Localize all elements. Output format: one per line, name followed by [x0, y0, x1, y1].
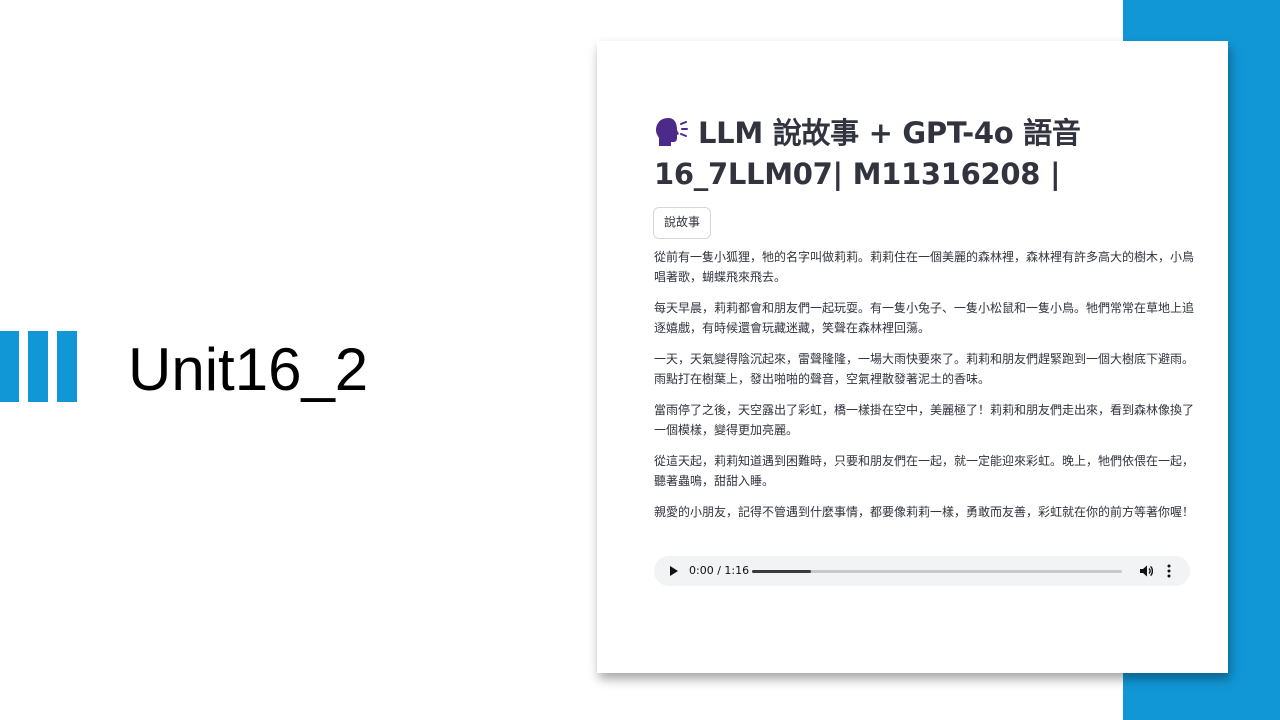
- decor-bar-3: [57, 331, 77, 402]
- tell-story-button[interactable]: 說故事: [653, 207, 712, 239]
- audio-progress-fill: [752, 570, 812, 573]
- app-title: LLM 說故事 + GPT-4o 語音 16_7LLM07| M11316208…: [654, 113, 1214, 195]
- audio-progress-bar[interactable]: [752, 570, 1122, 573]
- story-paragraph: 每天早晨，莉莉都會和朋友們一起玩耍。有一隻小兔子、一隻小松鼠和一隻小鳥。牠們常常…: [654, 301, 1195, 335]
- decor-bar-1: [0, 331, 19, 402]
- story-paragraph: 一天，天氣變得陰沉起來，雷聲隆隆，一場大雨快要來了。莉莉和朋友們趕緊跑到一個大樹…: [654, 352, 1195, 386]
- app-screenshot-card: LLM 說故事 + GPT-4o 語音 16_7LLM07| M11316208…: [597, 41, 1228, 673]
- audio-time: 0:00 / 1:16: [689, 564, 750, 577]
- story-text: 從前有一隻小狐狸，牠的名字叫做莉莉。莉莉住在一個美麗的森林裡，森林裡有許多高大的…: [654, 248, 1194, 535]
- app-title-line2: 16_7LLM07| M11316208 |: [654, 157, 1061, 191]
- volume-icon[interactable]: [1139, 564, 1153, 578]
- more-options-icon[interactable]: [1166, 564, 1172, 578]
- speaking-head-icon: [656, 118, 688, 146]
- story-paragraph: 從前有一隻小狐狸，牠的名字叫做莉莉。莉莉住在一個美麗的森林裡，森林裡有許多高大的…: [654, 250, 1195, 284]
- play-icon[interactable]: [670, 566, 678, 576]
- app-title-line1: LLM 說故事 + GPT-4o 語音: [698, 116, 1081, 150]
- story-paragraph: 當雨停了之後，天空露出了彩虹，橋一樣掛在空中，美麗極了！莉莉和朋友們走出來，看到…: [654, 403, 1195, 437]
- audio-player: 0:00 / 1:16: [654, 556, 1190, 586]
- story-paragraph: 親愛的小朋友，記得不管遇到什麼事情，都要像莉莉一樣，勇敢而友善，彩虹就在你的前方…: [654, 505, 1195, 519]
- decor-bar-2: [28, 331, 48, 402]
- slide-title: Unit16_2: [128, 336, 369, 403]
- story-paragraph: 從這天起，莉莉知道遇到困難時，只要和朋友們在一起，就一定能迎來彩虹。晚上，牠們依…: [654, 454, 1195, 488]
